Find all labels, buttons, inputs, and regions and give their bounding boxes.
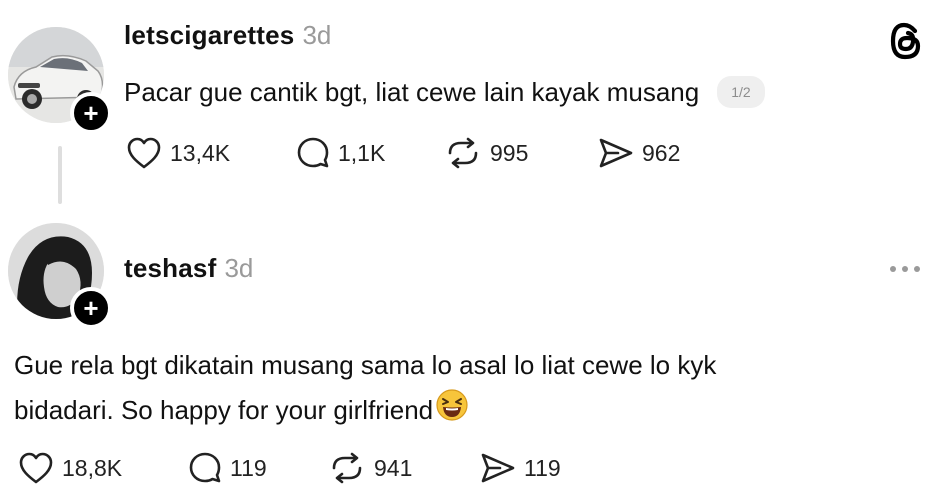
post-timestamp: 3d bbox=[302, 20, 332, 50]
repost-count: 995 bbox=[490, 139, 529, 166]
thread-connector-line bbox=[58, 146, 62, 204]
post-body: Pacar gue cantik bgt, liat cewe lain kay… bbox=[124, 76, 765, 108]
post-text: Pacar gue cantik bgt, liat cewe lain kay… bbox=[124, 76, 700, 107]
reply-count: 119 bbox=[230, 454, 267, 481]
laughing-face-icon bbox=[435, 388, 469, 436]
more-dots-icon[interactable] bbox=[890, 266, 920, 272]
like-button[interactable]: 18,8K bbox=[18, 451, 188, 485]
reply-button[interactable]: 119 bbox=[188, 451, 328, 485]
reply-body: Gue rela bgt dikatain musang sama lo asa… bbox=[14, 343, 716, 436]
repost-button[interactable]: 995 bbox=[444, 136, 598, 170]
send-icon bbox=[599, 138, 633, 168]
repost-count: 941 bbox=[374, 454, 413, 481]
reply-text-line2-wrap: bidadari. So happy for your girlfriend bbox=[14, 388, 716, 436]
follow-plus-icon[interactable]: + bbox=[70, 92, 112, 134]
heart-icon bbox=[127, 137, 161, 169]
reply-text-line1: Gue rela bgt dikatain musang sama lo asa… bbox=[14, 350, 717, 380]
post-username[interactable]: letscigarettes bbox=[124, 20, 294, 51]
repost-icon bbox=[332, 452, 362, 484]
repost-button[interactable]: 941 bbox=[328, 451, 480, 485]
heart-icon bbox=[19, 452, 53, 484]
post-actions: 13,4K 1,1K 995 962 bbox=[126, 136, 708, 170]
share-count: 119 bbox=[524, 454, 561, 481]
reply-text-line2: bidadari. So happy for your girlfriend bbox=[14, 395, 434, 425]
send-icon bbox=[481, 453, 515, 483]
like-count: 18,8K bbox=[62, 454, 123, 481]
threads-logo-icon[interactable] bbox=[888, 22, 924, 65]
like-button[interactable]: 13,4K bbox=[126, 136, 296, 170]
repost-icon bbox=[448, 137, 478, 169]
reply-username[interactable]: teshasf bbox=[124, 253, 216, 284]
comment-icon bbox=[297, 137, 329, 168]
reply-actions: 18,8K 119 941 119 bbox=[18, 451, 580, 485]
share-button[interactable]: 119 bbox=[480, 451, 580, 485]
share-button[interactable]: 962 bbox=[598, 136, 708, 170]
post-header: letscigarettes 3d bbox=[124, 20, 331, 51]
reply-button[interactable]: 1,1K bbox=[296, 136, 444, 170]
page-indicator: 1/2 bbox=[717, 76, 765, 108]
comment-icon bbox=[189, 452, 221, 483]
reply-count: 1,1K bbox=[338, 139, 386, 166]
reply-timestamp: 3d bbox=[224, 253, 254, 283]
share-count: 962 bbox=[642, 139, 681, 166]
follow-plus-icon[interactable]: + bbox=[70, 287, 112, 329]
like-count: 13,4K bbox=[170, 139, 231, 166]
reply-header: teshasf 3d bbox=[124, 253, 253, 284]
